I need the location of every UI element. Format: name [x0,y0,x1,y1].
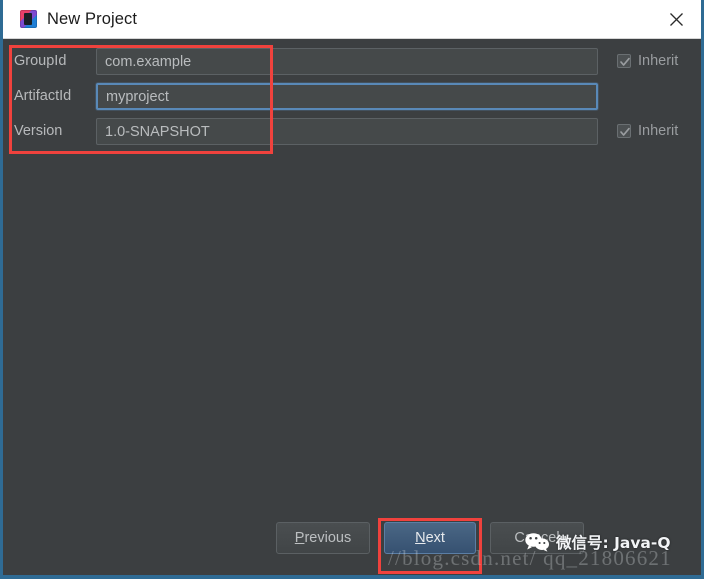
artifactid-label: ArtifactId [14,88,72,104]
previous-button[interactable]: Previous [276,522,370,554]
intellij-idea-icon [20,10,37,28]
artifactid-input[interactable] [96,83,598,110]
new-project-dialog: New Project GroupId Inherit Artifact [0,0,704,579]
dialog-footer: Previous Next Cancel [3,513,701,575]
groupid-inherit-checkbox[interactable] [617,54,631,68]
close-icon [669,12,683,26]
cancel-button[interactable]: Cancel [490,522,584,554]
previous-label: revious [304,530,352,546]
next-mnemonic: N [415,530,426,546]
previous-mnemonic: P [294,530,305,546]
page-title: New Project [47,10,138,28]
groupid-inherit-label: Inherit [638,53,679,69]
next-button[interactable]: Next [384,522,476,554]
checkmark-icon [620,57,630,66]
version-input[interactable] [96,118,598,145]
groupid-label: GroupId [14,53,67,69]
version-label: Version [14,123,63,139]
version-inherit-option[interactable]: Inherit [617,121,678,141]
form-row-version: Version Inherit [3,118,701,145]
groupid-inherit-option[interactable]: Inherit [617,51,678,71]
groupid-input[interactable] [96,48,598,75]
form-row-groupid: GroupId Inherit [3,48,701,75]
project-coordinates-form: GroupId Inherit ArtifactId Version [3,39,701,575]
checkmark-icon [620,127,630,136]
close-button[interactable] [658,4,694,34]
title-bar: New Project [3,0,701,39]
next-label: ext [425,530,445,546]
cancel-label: Cancel [514,530,560,546]
version-inherit-label: Inherit [638,123,679,139]
version-inherit-checkbox[interactable] [617,124,631,138]
form-row-artifactid: ArtifactId [3,83,701,110]
